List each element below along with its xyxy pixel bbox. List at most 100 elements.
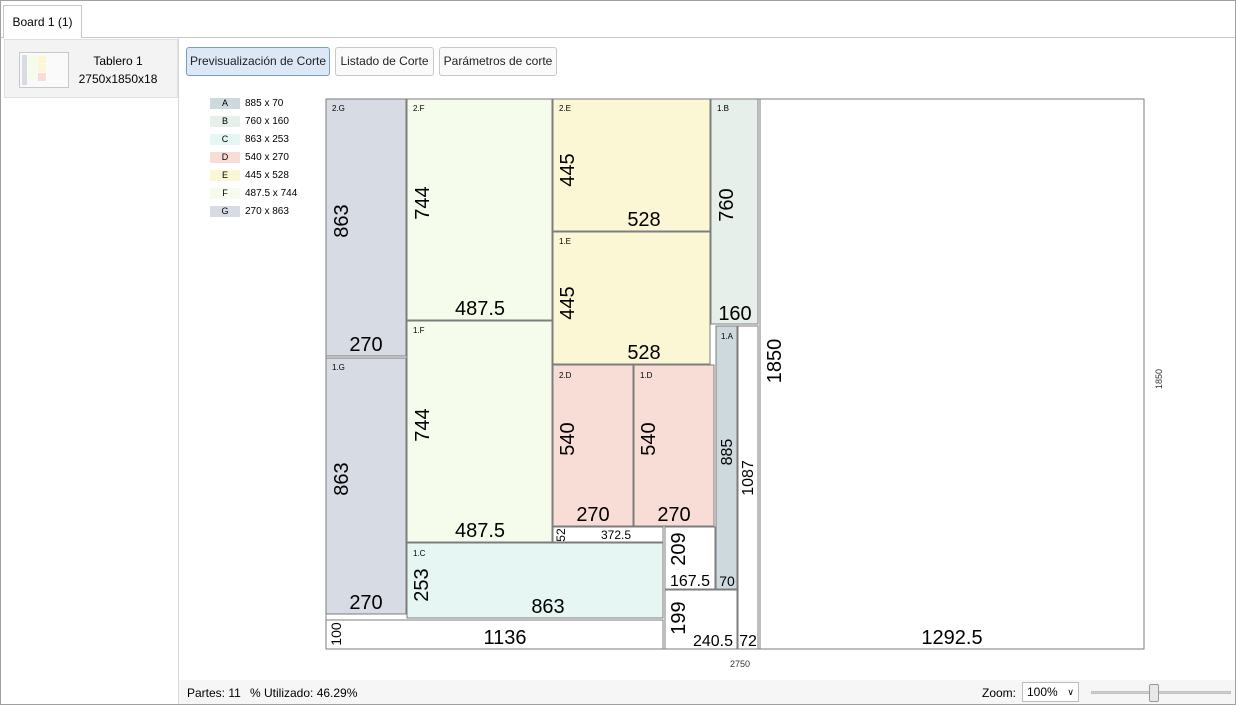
piece-label: 2.D [559,371,572,380]
offcut-height: 209 [668,532,690,565]
piece-label: 1.D [640,371,653,380]
piece-height: 863 [331,204,353,237]
offcut-width: 167.5 [670,573,710,590]
offcut-167.5x209[interactable]: 167.5 209 [664,526,716,590]
piece-label: 2.F [413,104,425,113]
piece-2E[interactable]: 2.E 528 445 [552,98,711,232]
piece-width: 528 [627,342,660,364]
board-thumbnail [19,52,69,88]
board-name: Tablero 1 [93,54,143,68]
zoom-slider-thumb[interactable] [1149,684,1159,702]
legend-swatch: A [210,98,240,109]
piece-2D[interactable]: 2.D 270 540 [552,364,634,527]
legend-item: A 885 x 70 [210,97,330,111]
piece-label: 1.C [413,549,426,558]
legend-swatch: B [210,116,240,127]
offcut-height: 1850 [764,339,786,384]
legend-dimension: 445 x 528 [245,170,289,181]
piece-width: 270 [576,504,609,526]
legend-dimension: 863 x 253 [245,134,289,145]
piece-width: 528 [627,209,660,231]
legend-item: G 270 x 863 [210,205,330,219]
board-width-label: 2750 [730,659,750,669]
offcut-240.5x199[interactable]: 240.5 199 [664,589,738,650]
zoom-value: 100% [1027,685,1058,699]
piece-height: 885 [719,439,736,466]
piece-label: 1.F [413,326,425,335]
piece-width: 270 [349,334,382,356]
tab-cut-preview[interactable]: Previsualización de Corte [186,47,330,76]
legend-item: C 863 x 253 [210,133,330,147]
legend-swatch: F [210,188,240,199]
piece-2G[interactable]: 2.G 270 863 [325,98,407,357]
offcut-width: 72 [739,633,757,650]
legend-dimension: 760 x 160 [245,116,289,127]
piece-1E[interactable]: 1.E 528 445 [552,231,711,365]
legend-swatch: E [210,170,240,181]
legend-item: E 445 x 528 [210,169,330,183]
legend-dimension: 270 x 863 [245,206,289,217]
piece-width: 863 [531,596,564,618]
piece-width: 487.5 [455,298,505,320]
piece-1A[interactable]: 1.A 70 885 [715,325,738,590]
piece-height: 744 [412,186,434,219]
piece-height: 744 [412,408,434,441]
legend-swatch: C [210,134,240,145]
tab-cut-list[interactable]: Listado de Corte [335,47,434,76]
legend-dimension: 885 x 70 [245,98,284,109]
legend-dimension: 487.5 x 744 [245,188,298,199]
piece-height: 253 [411,568,433,601]
board-size: 2750x1850x18 [78,72,158,86]
piece-label: 1.E [559,237,571,246]
legend-item: B 760 x 160 [210,115,330,129]
piece-1D[interactable]: 1.D 270 540 [633,364,715,527]
tab-bar: Board 1 (1) [1,1,1235,39]
piece-1G[interactable]: 1.G 270 863 [325,357,407,615]
offcut-width: 372.5 [601,528,631,542]
piece-height: 863 [331,462,353,495]
piece-width: 160 [718,303,751,325]
piece-label: 1.B [717,104,729,113]
piece-label: 2.G [332,104,345,113]
piece-label: 2.E [559,104,571,113]
tab-cut-parameters[interactable]: Parámetros de corte [439,47,557,76]
piece-height: 445 [557,153,579,186]
piece-1B[interactable]: 1.B 160 760 [710,98,759,325]
piece-1F[interactable]: 1.F 487.5 744 [406,320,553,543]
legend-item: D 540 x 270 [210,151,330,165]
offcut-72x1087[interactable]: 72 1087 [737,325,759,650]
offcut-height: 199 [668,601,690,634]
chevron-down-icon: ∨ [1067,687,1074,697]
status-bar: Partes: 11 % Utilizado: 46.29% Zoom: 100… [179,680,1235,704]
board-sidebar: Tablero 1 2750x1850x18 [1,38,179,704]
zoom-label: Zoom: [982,686,1017,700]
piece-width: 270 [349,592,382,614]
zoom-select[interactable]: 100% ∨ [1022,682,1079,702]
offcut-height: 52 [554,528,568,542]
board-list-item[interactable]: Tablero 1 2750x1850x18 [4,39,178,98]
offcut-1136x100[interactable]: 1136 100 [325,619,664,650]
legend-swatch: D [210,152,240,163]
legend-dimension: 540 x 270 [245,152,289,163]
piece-label: 1.G [332,363,345,372]
tab-board-1[interactable]: Board 1 (1) [3,5,82,39]
offcut-height: 100 [328,622,344,646]
parts-count: Partes: 11 [187,686,241,700]
piece-height: 540 [557,422,579,455]
legend-swatch: G [210,206,240,217]
piece-height: 760 [716,188,738,221]
offcut-width: 240.5 [693,633,733,650]
zoom-slider-track[interactable] [1091,691,1231,694]
offcut-1292.5x1850[interactable]: 1292.5 1850 [759,98,1145,650]
piece-2F[interactable]: 2.F 487.5 744 [406,98,553,321]
legend-item: F 487.5 x 744 [210,187,330,201]
piece-width: 70 [719,573,735,589]
offcut-height: 1087 [740,460,757,496]
utilization-percent: % Utilizado: 46.29% [250,686,358,700]
piece-label: 1.A [721,332,734,341]
piece-1C[interactable]: 1.C 863 253 [406,542,664,619]
board-height-label: 1850 [1154,369,1164,389]
offcut-372.5x52[interactable]: 372.5 52 [552,526,664,543]
piece-height: 445 [557,286,579,319]
piece-width: 270 [657,504,690,526]
